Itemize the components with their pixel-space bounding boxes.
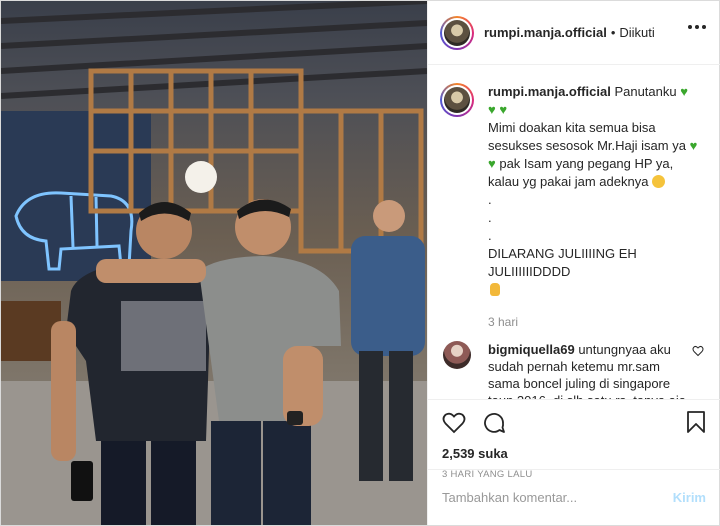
hand-emoji bbox=[490, 283, 500, 296]
avatar-image bbox=[444, 19, 470, 46]
green-heart-emoji: ♥ bbox=[488, 102, 496, 117]
comment-body: bigmiquella69 untungnyaa aku sudah perna… bbox=[488, 341, 688, 399]
caption-username[interactable]: rumpi.manja.official bbox=[488, 84, 611, 99]
follow-status-button[interactable]: Diikuti bbox=[619, 25, 654, 40]
post-comment-button[interactable]: Kirim bbox=[673, 490, 706, 505]
caption-dot-1: . bbox=[488, 192, 492, 207]
likes-count[interactable]: 2,539 suka bbox=[442, 446, 706, 461]
caption-body: rumpi.manja.official Panutanku ♥ ♥ ♥ Mim… bbox=[488, 83, 706, 331]
post-header: rumpi.manja.official • Diikuti bbox=[428, 1, 720, 65]
post-actions: 2,539 suka 3 HARI YANG LALU bbox=[428, 399, 720, 480]
caption-timestamp[interactable]: 3 hari bbox=[488, 313, 706, 331]
green-heart-emoji: ♥ bbox=[680, 84, 688, 99]
post-side-panel: rumpi.manja.official • Diikuti rumpi.man… bbox=[427, 1, 720, 525]
header-username[interactable]: rumpi.manja.official bbox=[484, 25, 607, 40]
post-photo[interactable] bbox=[1, 1, 427, 525]
green-heart-emoji: ♥ bbox=[488, 156, 496, 171]
caption-line-2: Mimi doakan kita semua bisa sesukses ses… bbox=[488, 120, 686, 153]
caption-line-4: DILARANG JULIIIING EH JULIIIIIIDDDD bbox=[488, 246, 637, 279]
comment-icon[interactable] bbox=[482, 411, 506, 435]
green-heart-emoji: ♥ bbox=[499, 102, 508, 117]
instagram-post: rumpi.manja.official • Diikuti rumpi.man… bbox=[0, 0, 720, 526]
smile-emoji bbox=[652, 175, 666, 188]
green-heart-emoji: ♥ bbox=[689, 138, 698, 153]
comments-list[interactable]: rumpi.manja.official Panutanku ♥ ♥ ♥ Mim… bbox=[428, 65, 720, 399]
caption: rumpi.manja.official Panutanku ♥ ♥ ♥ Mim… bbox=[440, 83, 706, 331]
commenter-avatar[interactable] bbox=[443, 341, 471, 369]
comment-item: bigmiquella69 untungnyaa aku sudah perna… bbox=[440, 341, 706, 399]
commenter-username[interactable]: bigmiquella69 bbox=[488, 342, 575, 357]
caption-dot-3: . bbox=[488, 228, 492, 243]
more-options-icon[interactable] bbox=[688, 25, 706, 31]
like-heart-icon[interactable] bbox=[442, 411, 466, 435]
header-separator: • bbox=[610, 25, 616, 40]
comment-input[interactable] bbox=[442, 490, 673, 505]
caption-avatar[interactable] bbox=[440, 83, 474, 117]
photo-scene bbox=[1, 1, 427, 525]
caption-line-3: pak Isam yang pegang HP ya, kalau yg pak… bbox=[488, 156, 674, 189]
bookmark-icon[interactable] bbox=[686, 410, 706, 434]
caption-dot-2: . bbox=[488, 210, 492, 225]
header-avatar[interactable] bbox=[440, 15, 474, 50]
add-comment-bar: Kirim bbox=[428, 469, 720, 525]
caption-line-1: Panutanku bbox=[614, 84, 677, 99]
comment-like-icon[interactable] bbox=[692, 345, 704, 357]
